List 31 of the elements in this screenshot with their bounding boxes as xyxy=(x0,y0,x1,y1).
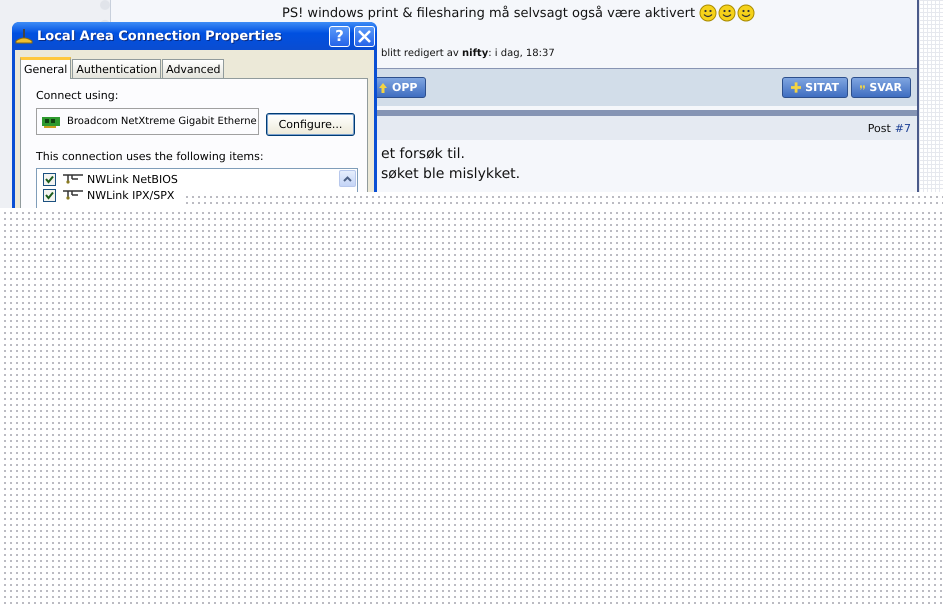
list-item[interactable]: NWLink NetBIOS xyxy=(87,172,178,186)
items-label: This connection uses the following items: xyxy=(36,150,265,163)
post-label: Post xyxy=(868,122,891,134)
caret-icon xyxy=(343,176,352,182)
close-icon xyxy=(358,30,371,42)
smiley-icon xyxy=(737,4,756,22)
edit-note: blitt redigert av nifty: i dag, 18:37 xyxy=(381,48,556,59)
tab[interactable]: Authentication xyxy=(72,59,162,78)
connect-using-label: Connect using: xyxy=(36,89,120,102)
post-number-link[interactable]: #7 xyxy=(894,122,911,134)
scroll-up-button[interactable] xyxy=(339,170,356,187)
adapter-field: Broadcom NetXtreme Gigabit Etherne xyxy=(36,108,259,135)
smiley-icon xyxy=(718,4,736,22)
protocol-icon xyxy=(62,190,84,200)
smiley-icon xyxy=(699,4,718,22)
checkbox[interactable] xyxy=(43,172,56,186)
post-text: søket ble mislykket. xyxy=(381,166,522,184)
configure-button[interactable]: Configure... xyxy=(266,113,355,136)
window-title: Local Area Connection Properties xyxy=(37,28,282,44)
checkbox[interactable] xyxy=(43,188,56,202)
quote-icon xyxy=(860,83,866,92)
close-button[interactable] xyxy=(354,26,375,46)
plus-icon xyxy=(791,82,802,93)
network-card-icon xyxy=(42,116,60,128)
tab[interactable]: General xyxy=(20,57,72,79)
tab[interactable]: Advanced xyxy=(162,59,224,78)
list-item[interactable]: NWLink IPX/SPX xyxy=(87,188,174,202)
post-text: et forsøk til. xyxy=(381,146,466,164)
up-arrow-icon xyxy=(378,82,388,94)
protocol-icon xyxy=(62,174,84,184)
post-text: PS! windows print & filesharing må selvsagt også være aktivert xyxy=(282,6,696,20)
